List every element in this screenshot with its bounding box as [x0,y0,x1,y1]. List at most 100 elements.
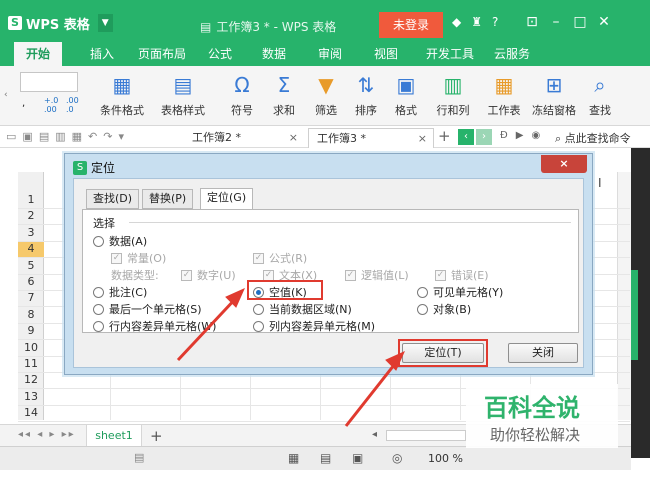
redo-icon[interactable]: ↷ [103,130,112,143]
side-panel-toggle[interactable] [631,270,638,360]
symbol-button[interactable]: Ω 符号 [222,72,262,118]
tab-formulas[interactable]: 公式 [196,42,244,66]
find-button[interactable]: ⌕ 查找 [580,72,620,118]
checkbox-formula[interactable]: ✓ [253,252,264,264]
login-button[interactable]: 未登录 [379,12,443,38]
tab-insert[interactable]: 插入 [78,42,126,66]
row-header[interactable]: 2 [18,208,44,224]
tab-data[interactable]: 数据 [250,42,298,66]
customize-toolbar-icon[interactable]: ▾ [118,130,124,143]
skin-icon[interactable]: ◆ [452,15,461,29]
checkbox-text[interactable]: ✓ [263,269,274,281]
radio-visible-cells[interactable] [417,286,428,298]
vertical-scrollbar[interactable] [617,172,631,420]
prev-tab-icon[interactable]: ‹ [458,129,474,145]
option-data[interactable]: 数据(A) [93,233,147,249]
restore-panel-icon[interactable]: ⊡ [520,14,544,30]
help-button[interactable]: ? [492,15,498,29]
tab-find[interactable]: 查找(D) [86,189,140,209]
radio-current-region[interactable] [253,303,264,315]
record-icon[interactable]: ◉ [531,130,540,141]
checkbox-number[interactable]: ✓ [181,269,192,281]
option-constant[interactable]: ✓ 常量(O) [111,250,166,266]
checkbox-error[interactable]: ✓ [435,269,446,281]
play-icon[interactable]: ▶ [516,130,524,141]
row-header[interactable]: 14 [18,405,44,421]
close-window-button[interactable]: ✕ [592,14,616,30]
normal-view-icon[interactable]: ▦ [288,451,299,465]
shirt-icon[interactable]: ♜ [471,15,482,29]
tab-view[interactable]: 视图 [362,42,410,66]
checkbox-logical[interactable]: ✓ [345,269,356,281]
option-number[interactable]: ✓ 数字(U) [181,267,236,283]
next-tab-icon[interactable]: › [476,129,492,145]
option-logical[interactable]: ✓ 逻辑值(L) [345,267,409,283]
rows-columns-button[interactable]: ▥ 行和列 [428,72,478,118]
freeze-panes-button[interactable]: ⊞ 冻结窗格 [530,72,578,118]
checkbox-constant[interactable]: ✓ [111,252,122,264]
sort-button[interactable]: ⇅ 排序 [346,72,386,118]
option-error[interactable]: ✓ 错误(E) [435,267,489,283]
row-header[interactable]: 1 [18,192,44,208]
page-break-view-icon[interactable]: ▤ [320,451,331,465]
option-object[interactable]: 对象(B) [417,301,471,317]
add-sheet-icon[interactable]: + [150,427,163,445]
increase-decimal-button[interactable]: +.0.00 [44,96,58,114]
maximize-button[interactable]: □ [568,14,592,30]
radio-object[interactable] [417,303,428,315]
open-folder-icon[interactable]: ▭ [6,130,16,143]
row-header[interactable]: 3 [18,225,44,241]
row-header[interactable]: 13 [18,389,44,405]
option-comment[interactable]: 批注(C) [93,284,147,300]
print-icon[interactable]: ▥ [55,130,65,143]
format-button[interactable]: ▣ 格式 [386,72,426,118]
row-header[interactable]: 9 [18,323,44,339]
tab-review[interactable]: 审阅 [306,42,354,66]
ribbon-scroll-left-icon[interactable]: ‹ [4,90,8,100]
row-header[interactable]: 12 [18,372,44,388]
app-menu-button[interactable]: S WPS 表格 ▼ [8,12,113,34]
option-last-cell[interactable]: 最后一个单元格(S) [93,301,202,317]
close-tab-icon[interactable]: × [418,129,427,149]
page-layout-view-icon[interactable]: ▣ [352,451,363,465]
comma-style-icon[interactable]: , [22,98,25,109]
decrease-decimal-button[interactable]: .00.0 [66,96,79,114]
option-current-region[interactable]: 当前数据区域(N) [253,301,352,317]
number-format-select[interactable] [20,72,78,92]
minimize-button[interactable]: – [544,14,568,30]
tab-goto[interactable]: 定位(G) [200,188,254,210]
row-header[interactable]: 5 [18,258,44,274]
sheet-tab-sheet1[interactable]: sheet1 [86,425,142,447]
worksheet-button[interactable]: ▦ 工作表 [480,72,528,118]
doc-tab-workbook2[interactable]: 工作簿2 * × [184,128,304,148]
option-column-differences[interactable]: 列内容差异单元格(M) [253,318,375,334]
radio-last-cell[interactable] [93,303,104,315]
row-header[interactable]: 11 [18,356,44,372]
sheet-scroll-arrows[interactable]: ◂◂ ◂ ▸ ▸▸ [18,429,76,440]
undo-icon[interactable]: ↶ [88,130,97,143]
export-pdf-icon[interactable]: ▤ [39,130,49,143]
option-formula[interactable]: ✓ 公式(R) [253,250,307,266]
option-row-differences[interactable]: 行内容差异单元格(W) [93,318,216,334]
dialog-close-button[interactable]: × [541,155,587,173]
new-tab-icon[interactable]: + [438,127,451,145]
radio-data[interactable] [93,235,104,247]
tab-developer[interactable]: 开发工具 [414,42,486,66]
reading-mode-icon[interactable]: ◎ [392,451,402,465]
row-header[interactable]: 10 [18,340,44,356]
chevron-down-icon[interactable]: ▼ [97,14,113,32]
horizontal-scrollbar[interactable] [386,430,466,441]
radio-row-differences[interactable] [93,320,104,332]
dialog-close-text-button[interactable]: 关闭 [508,343,578,363]
command-search[interactable]: ⌕ 点此查找命令 [555,130,631,146]
table-style-button[interactable]: ▤ 表格样式 [156,72,210,118]
option-visible-cells[interactable]: 可见单元格(Y) [417,284,503,300]
row-header[interactable]: 6 [18,274,44,290]
row-header[interactable]: 4 [18,241,44,258]
row-header[interactable]: 7 [18,290,44,306]
filter-button[interactable]: ▼ 筛选 [306,72,346,118]
conditional-format-button[interactable]: ▦ 条件格式 [96,72,148,118]
doc-tab-workbook3[interactable]: 工作簿3 * × [308,128,434,148]
sum-button[interactable]: Σ 求和 [264,72,304,118]
row-header[interactable]: 8 [18,307,44,323]
